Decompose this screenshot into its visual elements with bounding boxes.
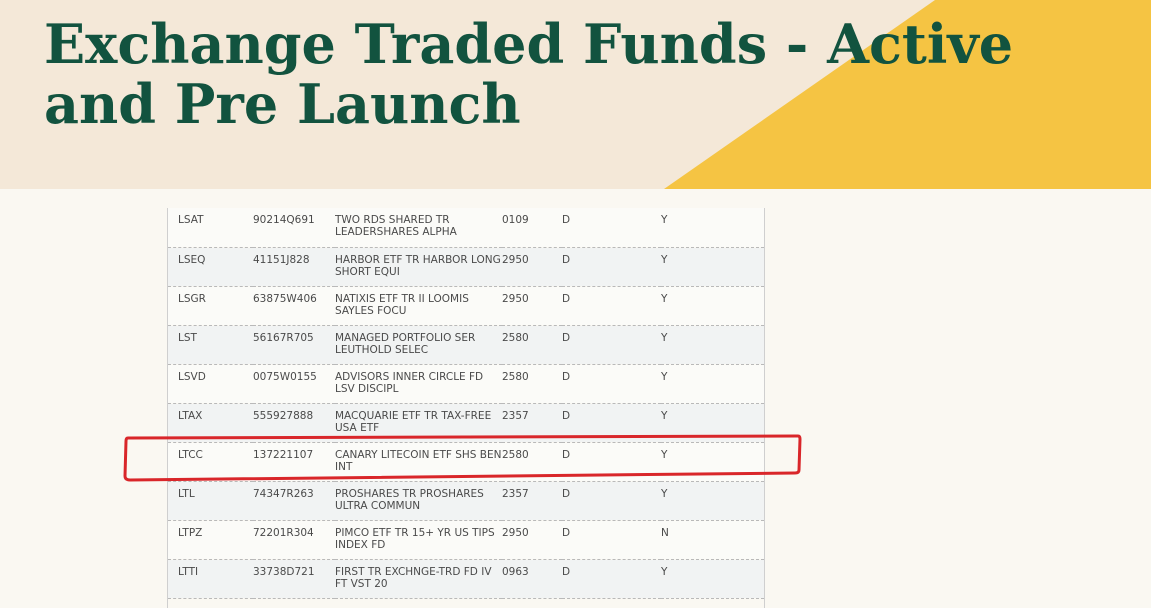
table-row: LSEQ 41151J828 HARBOR ETF TR HARBOR LONG…	[168, 247, 764, 287]
table-row: LTL 74347R263 PROSHARES TR PROSHARES ULT…	[168, 481, 764, 521]
table-row: LST 56167R705 MANAGED PORTFOLIO SER LEUT…	[168, 325, 764, 365]
table-row: LSVD 0075W0155 ADVISORS INNER CIRCLE FD …	[168, 364, 764, 404]
cusip-cell: 56167R705	[253, 325, 335, 365]
symbol-cell: LTTI	[168, 559, 253, 599]
cusip-cell: 33738D721	[253, 559, 335, 599]
code-cell: 0109	[502, 208, 562, 248]
symbol-cell: LSVD	[168, 364, 253, 404]
cusip-cell: 41151J828	[253, 247, 335, 287]
type-cell: D	[562, 208, 661, 248]
type-cell: D	[562, 325, 661, 365]
symbol-cell: LTCC	[168, 442, 253, 482]
fund-name-cell: MANAGED PORTFOLIO SER LEUTHOLD SELEC	[335, 325, 502, 365]
code-cell: 2580	[502, 325, 562, 365]
flag-cell: N	[661, 520, 764, 560]
code-cell: 2950	[502, 286, 562, 326]
type-cell: D	[562, 247, 661, 287]
fund-name-cell: NATIXIS ETF TR II LOOMIS SAYLES FOCU	[335, 286, 502, 326]
symbol-cell: LST	[168, 325, 253, 365]
fund-name-cell: PIMCO ETF TR 15+ YR US TIPS INDEX FD	[335, 520, 502, 560]
type-cell: D	[562, 442, 661, 482]
fund-name-cell: MACQUARIE ETF TR TAX-FREE USA ETF	[335, 403, 502, 443]
table-row: LSAT 90214Q691 TWO RDS SHARED TR LEADERS…	[168, 208, 764, 248]
fund-name-cell: ADVISORS INNER CIRCLE FD LSV DISCIPL	[335, 364, 502, 404]
code-cell: 2950	[502, 520, 562, 560]
table-row: LTTI 33738D721 FIRST TR EXCHNGE-TRD FD I…	[168, 559, 764, 599]
flag-cell: Y	[661, 559, 764, 599]
etf-table: LSAT 90214Q691 TWO RDS SHARED TR LEADERS…	[168, 208, 764, 599]
fund-name-cell: FIRST TR EXCHNGE-TRD FD IV FT VST 20	[335, 559, 502, 599]
etf-table-container: LSAT 90214Q691 TWO RDS SHARED TR LEADERS…	[167, 208, 765, 608]
cusip-cell: 137221107	[253, 442, 335, 482]
cusip-cell: 90214Q691	[253, 208, 335, 248]
code-cell: 2580	[502, 442, 562, 482]
type-cell: D	[562, 286, 661, 326]
type-cell: D	[562, 520, 661, 560]
cusip-cell: 0075W0155	[253, 364, 335, 404]
flag-cell: Y	[661, 325, 764, 365]
flag-cell: Y	[661, 247, 764, 287]
flag-cell: Y	[661, 403, 764, 443]
flag-cell: Y	[661, 208, 764, 248]
symbol-cell: LSAT	[168, 208, 253, 248]
type-cell: D	[562, 403, 661, 443]
table-row: LSGR 63875W406 NATIXIS ETF TR II LOOMIS …	[168, 286, 764, 326]
fund-name-cell: TWO RDS SHARED TR LEADERSHARES ALPHA	[335, 208, 502, 248]
cusip-cell: 74347R263	[253, 481, 335, 521]
flag-cell: Y	[661, 364, 764, 404]
code-cell: 2357	[502, 403, 562, 443]
flag-cell: Y	[661, 442, 764, 482]
cusip-cell: 555927888	[253, 403, 335, 443]
symbol-cell: LSEQ	[168, 247, 253, 287]
code-cell: 2580	[502, 364, 562, 404]
page-title: Exchange Traded Funds - Active and Pre L…	[44, 12, 1014, 136]
flag-cell: Y	[661, 286, 764, 326]
table-row-highlighted: LTCC 137221107 CANARY LITECOIN ETF SHS B…	[168, 442, 764, 482]
code-cell: 2357	[502, 481, 562, 521]
code-cell: 2950	[502, 247, 562, 287]
type-cell: D	[562, 481, 661, 521]
symbol-cell: LTL	[168, 481, 253, 521]
fund-name-cell: PROSHARES TR PROSHARES ULTRA COMMUN	[335, 481, 502, 521]
flag-cell: Y	[661, 481, 764, 521]
cusip-cell: 72201R304	[253, 520, 335, 560]
symbol-cell: LTAX	[168, 403, 253, 443]
symbol-cell: LSGR	[168, 286, 253, 326]
type-cell: D	[562, 364, 661, 404]
code-cell: 0963	[502, 559, 562, 599]
page-header: Exchange Traded Funds - Active and Pre L…	[0, 0, 1151, 189]
fund-name-cell: CANARY LITECOIN ETF SHS BEN INT	[335, 442, 502, 482]
table-row: LTPZ 72201R304 PIMCO ETF TR 15+ YR US TI…	[168, 520, 764, 560]
cusip-cell: 63875W406	[253, 286, 335, 326]
fund-name-cell: HARBOR ETF TR HARBOR LONG SHORT EQUI	[335, 247, 502, 287]
table-row: LTAX 555927888 MACQUARIE ETF TR TAX-FREE…	[168, 403, 764, 443]
symbol-cell: LTPZ	[168, 520, 253, 560]
type-cell: D	[562, 559, 661, 599]
